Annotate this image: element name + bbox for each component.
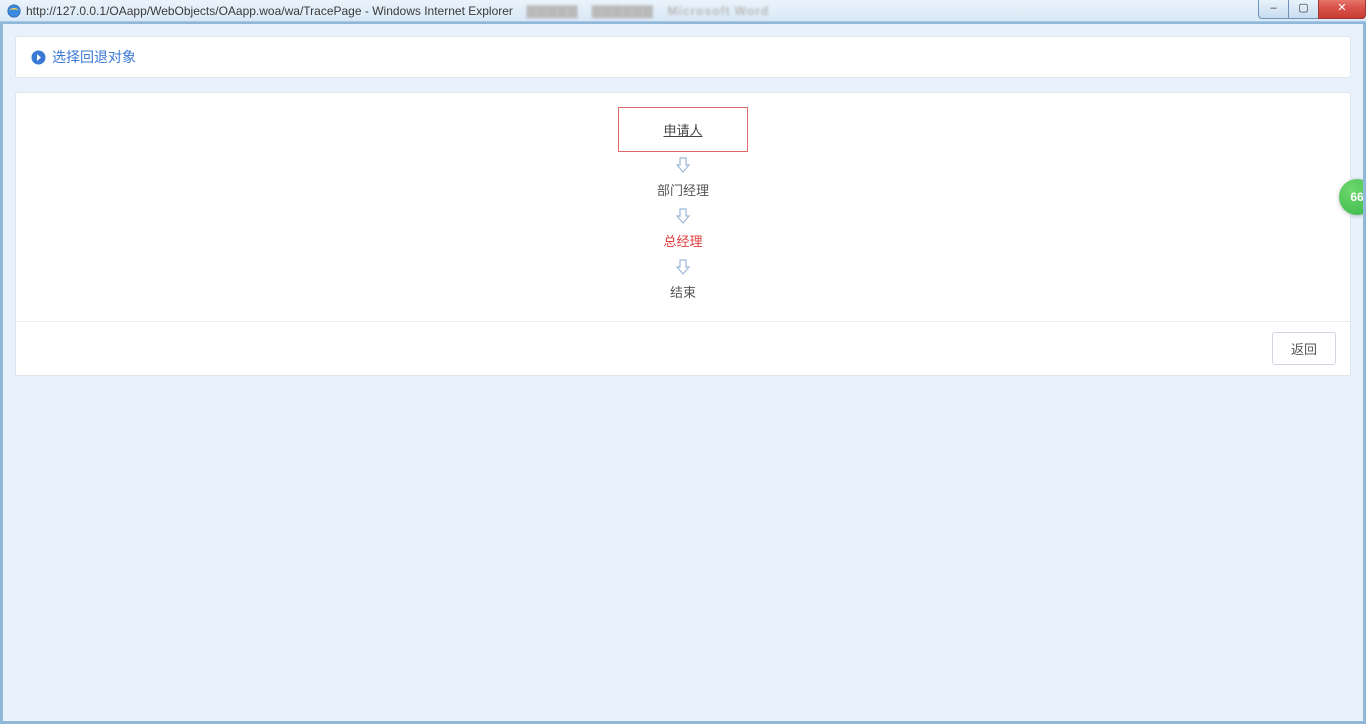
flow-footer: 返回 — [16, 321, 1350, 375]
flow-panel: 申请人 部门经理 — [15, 92, 1351, 376]
arrow-down-icon — [674, 156, 692, 174]
arrow-down-icon — [674, 207, 692, 225]
flow-node-label: 结束 — [670, 285, 696, 300]
window-title: http://127.0.0.1/OAapp/WebObjects/OAapp.… — [26, 4, 513, 18]
bg-app: ▇▇▇▇▇ — [527, 4, 578, 18]
side-badge-text: 66 — [1350, 190, 1363, 204]
maximize-button[interactable]: ▢ — [1288, 0, 1318, 19]
window-frame: http://127.0.0.1/OAapp/WebObjects/OAapp.… — [0, 0, 1366, 724]
titlebar: http://127.0.0.1/OAapp/WebObjects/OAapp.… — [0, 0, 1366, 22]
flow-node-dept-manager[interactable]: 部门经理 — [618, 176, 748, 203]
close-button[interactable]: ✕ — [1318, 0, 1366, 19]
close-icon: ✕ — [1337, 3, 1346, 14]
page-wrap: 选择回退对象 申请人 — [3, 24, 1363, 721]
bg-app: ▇▇▇▇▇▇ — [592, 4, 653, 18]
flow-body: 申请人 部门经理 — [16, 93, 1350, 321]
flow-node-general-manager[interactable]: 总经理 — [618, 227, 748, 254]
flow-node-label: 申请人 — [663, 123, 702, 138]
ie-icon — [6, 3, 22, 19]
flow-node-label: 总经理 — [663, 234, 702, 249]
bg-app: Microsoft Word — [667, 4, 769, 18]
minimize-button[interactable]: – — [1258, 0, 1288, 19]
flow-node-applicant[interactable]: 申请人 — [618, 107, 748, 152]
arrow-down-icon — [674, 258, 692, 276]
chevron-right-icon — [30, 49, 46, 65]
minimize-icon: – — [1270, 3, 1276, 14]
panel-title: 选择回退对象 — [52, 47, 136, 67]
window-controls: – ▢ ✕ — [1258, 0, 1366, 19]
panel-header: 选择回退对象 — [16, 37, 1350, 77]
workflow: 申请人 部门经理 — [618, 107, 748, 305]
maximize-icon: ▢ — [1298, 3, 1308, 14]
back-button[interactable]: 返回 — [1272, 332, 1336, 365]
header-panel: 选择回退对象 — [15, 36, 1351, 78]
client-area: 选择回退对象 申请人 — [0, 22, 1366, 724]
background-apps: ▇▇▇▇▇ ▇▇▇▇▇▇ Microsoft Word — [527, 4, 769, 18]
flow-node-end: 结束 — [618, 278, 748, 305]
flow-node-label: 部门经理 — [657, 183, 709, 198]
